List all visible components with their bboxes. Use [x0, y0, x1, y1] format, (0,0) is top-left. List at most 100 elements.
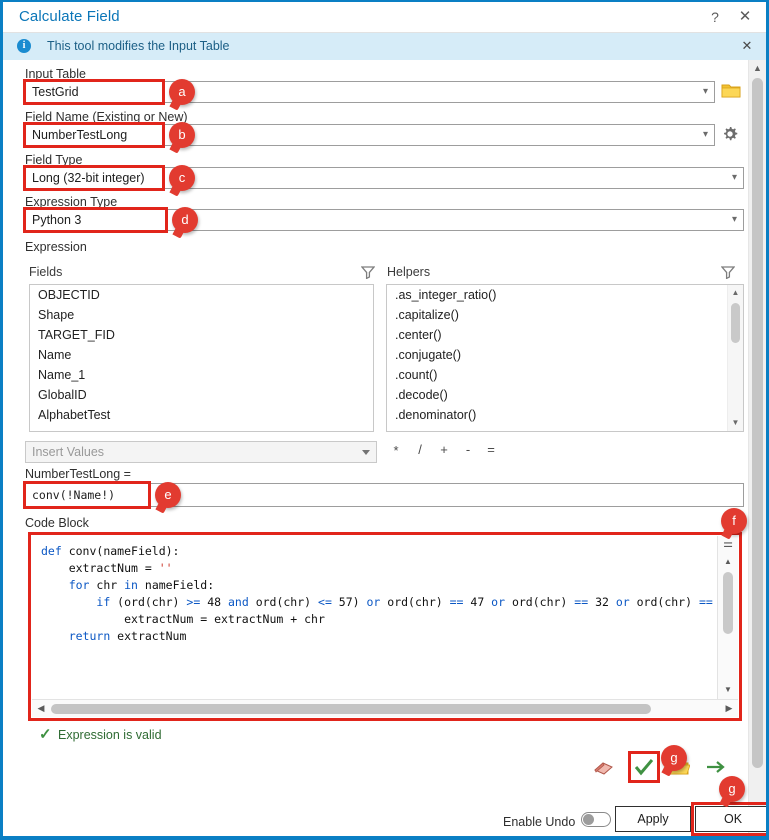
annotation-badge-a: a [169, 79, 195, 105]
operator-minus[interactable]: - [461, 442, 475, 457]
field-name-value: NumberTestLong [32, 128, 128, 142]
list-item[interactable]: OBJECTID [30, 285, 373, 305]
annotation-badge-g2: g [719, 776, 745, 802]
scrollbar-thumb[interactable] [51, 704, 651, 714]
code-vertical-scrollbar[interactable]: ⚌ ▲ ▼ [717, 536, 738, 699]
expression-type-combobox[interactable]: Python 3 ▾ [25, 209, 744, 231]
helpers-scrollbar[interactable]: ▲ ▼ [727, 285, 743, 431]
expression-input[interactable]: conv(!Name!) [25, 483, 744, 507]
scrollbar-thumb[interactable] [723, 572, 733, 634]
toggle-knob [583, 814, 594, 825]
info-banner-close-icon[interactable]: ✕ [738, 37, 756, 55]
input-table-combobox[interactable]: TestGrid ▾ [25, 81, 715, 103]
field-name-combobox[interactable]: NumberTestLong ▾ [25, 124, 715, 146]
dialog-body: ▲ ▼ Input Table TestGrid ▾ a Field Name … [3, 60, 766, 836]
dialog-scrollbar[interactable]: ▲ ▼ [748, 60, 766, 836]
annotation-badge-g1: g [661, 745, 687, 771]
validate-check-icon[interactable] [632, 755, 656, 779]
list-item[interactable]: TARGET_FID [30, 325, 373, 345]
annotation-badge-f: f [721, 508, 747, 534]
code-text-area[interactable]: def conv(nameField): extractNum = '' for… [31, 535, 717, 700]
input-table-browse-icon[interactable] [721, 83, 741, 99]
help-icon[interactable]: ? [704, 6, 726, 28]
export-arrow-right-icon[interactable] [705, 757, 727, 777]
page-title: Calculate Field [19, 8, 120, 25]
chevron-down-icon[interactable] [362, 450, 370, 455]
operator-equals[interactable]: = [484, 442, 498, 457]
code-horizontal-scrollbar[interactable]: ◀ ▶ [32, 699, 738, 717]
chevron-down-icon[interactable]: ▾ [703, 86, 708, 97]
enable-undo-toggle[interactable] [581, 812, 611, 827]
status-text: Expression is valid [58, 728, 162, 742]
insert-values-dropdown[interactable]: Insert Values [25, 441, 377, 463]
list-item[interactable]: AlphabetTest [30, 405, 373, 425]
chevron-down-icon[interactable]: ▾ [703, 129, 708, 140]
operator-multiply[interactable]: * [389, 443, 403, 458]
field-type-label: Field Type [25, 153, 83, 167]
scrollbar-thumb[interactable] [731, 303, 740, 343]
scroll-down-icon[interactable]: ▼ [728, 416, 743, 430]
chevron-down-icon[interactable]: ▾ [732, 214, 737, 225]
form-content: Input Table TestGrid ▾ a Field Name (Exi… [3, 60, 766, 836]
list-item[interactable]: .denominator() [387, 405, 743, 425]
code-block-label: Code Block [25, 516, 89, 530]
list-item[interactable]: .as_integer_ratio() [387, 285, 743, 305]
helpers-listbox[interactable]: .as_integer_ratio() .capitalize() .cente… [386, 284, 744, 432]
scroll-up-icon[interactable]: ▲ [718, 554, 738, 569]
list-item[interactable]: GlobalID [30, 385, 373, 405]
code-line: extractNum = '' [41, 561, 173, 575]
expression-type-label: Expression Type [25, 195, 118, 209]
annotation-badge-d: d [172, 207, 198, 233]
list-item[interactable]: Name_1 [30, 365, 373, 385]
list-item[interactable]: .center() [387, 325, 743, 345]
info-icon: i [17, 39, 31, 53]
list-item[interactable]: .decode() [387, 385, 743, 405]
list-item[interactable]: .count() [387, 365, 743, 385]
annotation-badge-c: c [169, 165, 195, 191]
assignment-label: NumberTestLong = [25, 467, 131, 481]
field-name-label: Field Name (Existing or New) [25, 110, 188, 124]
code-line: extractNum = extractNum + chr [41, 612, 325, 626]
code-line: for chr in nameField: [68, 578, 215, 592]
field-name-settings-icon[interactable] [721, 125, 739, 143]
operator-plus[interactable]: + [437, 442, 451, 457]
list-item[interactable]: .conjugate() [387, 345, 743, 365]
field-type-combobox[interactable]: Long (32-bit integer) ▾ [25, 167, 744, 189]
list-item[interactable]: .capitalize() [387, 305, 743, 325]
input-table-value: TestGrid [32, 85, 79, 99]
scroll-up-icon[interactable]: ▲ [728, 286, 743, 300]
book-icon[interactable] [593, 758, 615, 776]
scroll-left-icon[interactable]: ◀ [33, 700, 49, 717]
chevron-down-icon[interactable]: ▾ [732, 172, 737, 183]
annotation-badge-e: e [155, 482, 181, 508]
expression-value: conv(!Name!) [32, 488, 116, 502]
helpers-label: Helpers [387, 265, 431, 279]
code-line: return extractNum [68, 629, 187, 643]
scroll-down-icon[interactable]: ▼ [718, 682, 738, 697]
calculate-field-dialog: Calculate Field ? ✕ i This tool modifies… [0, 0, 769, 840]
info-banner-text: This tool modifies the Input Table [47, 39, 230, 53]
valid-check-icon: ✓ [39, 726, 52, 743]
field-type-value: Long (32-bit integer) [32, 171, 145, 185]
list-item[interactable]: Name [30, 345, 373, 365]
annotation-badge-b: b [169, 122, 195, 148]
operator-divide[interactable]: / [413, 442, 427, 457]
ok-button[interactable]: OK [695, 806, 766, 832]
code-line: if (ord(chr) >= 48 and ord(chr) <= 57) o… [96, 595, 713, 609]
list-item[interactable]: Shape [30, 305, 373, 325]
helpers-filter-icon[interactable] [721, 265, 735, 279]
insert-values-placeholder: Insert Values [32, 445, 105, 459]
code-line: def conv(nameField): [41, 544, 180, 558]
fields-listbox[interactable]: OBJECTID Shape TARGET_FID Name Name_1 Gl… [29, 284, 374, 432]
title-bar: Calculate Field ? ✕ [3, 2, 766, 33]
scrollbar-thumb[interactable] [752, 78, 763, 768]
fields-filter-icon[interactable] [361, 265, 375, 279]
enable-undo-label: Enable Undo [503, 815, 576, 829]
code-block-editor[interactable]: def conv(nameField): extractNum = '' for… [30, 534, 740, 719]
close-icon[interactable]: ✕ [734, 6, 756, 28]
fields-label: Fields [29, 265, 63, 279]
apply-button[interactable]: Apply [615, 806, 691, 832]
scroll-right-icon[interactable]: ▶ [721, 700, 737, 717]
scroll-up-icon[interactable]: ▲ [749, 60, 766, 76]
expression-type-value: Python 3 [32, 213, 82, 227]
